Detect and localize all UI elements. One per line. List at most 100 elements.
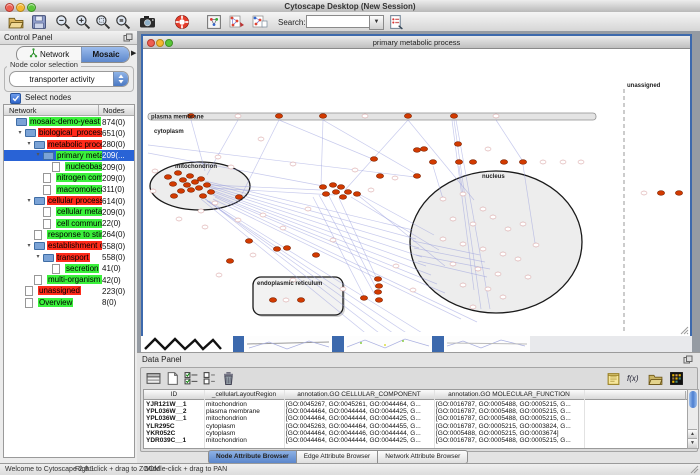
network-node[interactable] bbox=[216, 273, 222, 277]
node-color-dropdown[interactable]: transporter activity bbox=[9, 71, 129, 87]
network-node[interactable] bbox=[202, 225, 208, 229]
network-node[interactable] bbox=[480, 207, 486, 211]
tab-mosaic[interactable]: Mosaic bbox=[81, 47, 130, 62]
network-node[interactable] bbox=[460, 192, 466, 196]
float-panel-icon[interactable] bbox=[123, 33, 133, 42]
destroy-view-icon[interactable] bbox=[229, 14, 245, 30]
tree-row[interactable]: Overview8(0) bbox=[4, 297, 134, 308]
app-resize-grip[interactable] bbox=[690, 465, 699, 474]
column-header[interactable]: annotation.GO CELLULAR_COMPONENT bbox=[284, 391, 435, 400]
column-header[interactable]: ID bbox=[144, 391, 205, 400]
expand-triangle-icon[interactable]: ▾ bbox=[34, 253, 42, 260]
network-node[interactable] bbox=[429, 160, 436, 165]
network-node[interactable] bbox=[226, 259, 233, 264]
network-node[interactable] bbox=[470, 222, 476, 226]
expand-triangle-icon[interactable]: ▾ bbox=[25, 242, 33, 249]
network-node[interactable] bbox=[152, 169, 158, 173]
search-input[interactable] bbox=[306, 15, 370, 28]
network-node[interactable] bbox=[183, 183, 190, 188]
network-node[interactable] bbox=[198, 209, 204, 213]
network-node[interactable] bbox=[312, 253, 319, 258]
tree-row[interactable]: ▾primary metabol209(... bbox=[4, 150, 134, 161]
network-node[interactable] bbox=[469, 160, 476, 165]
network-node[interactable] bbox=[199, 194, 206, 199]
network-node[interactable] bbox=[319, 185, 326, 190]
network-canvas[interactable]: plasma membranecytoplasmmitochondrionnuc… bbox=[143, 49, 686, 332]
network-node[interactable] bbox=[393, 264, 399, 268]
scroll-down-button[interactable]: ▼ bbox=[688, 438, 697, 448]
network-node[interactable] bbox=[322, 192, 329, 197]
network-node[interactable] bbox=[641, 191, 647, 195]
network-node[interactable] bbox=[186, 174, 193, 179]
network-node[interactable] bbox=[413, 148, 420, 153]
window-resize-grip[interactable] bbox=[680, 326, 689, 335]
network-node[interactable] bbox=[269, 298, 276, 303]
dropdown-stepper-icon[interactable] bbox=[113, 72, 128, 86]
network-node[interactable] bbox=[375, 284, 382, 289]
network-node[interactable] bbox=[150, 189, 156, 193]
network-node[interactable] bbox=[392, 176, 398, 180]
attribute-select-icon[interactable] bbox=[146, 371, 161, 386]
network-node[interactable] bbox=[440, 197, 446, 201]
network-node[interactable] bbox=[519, 160, 526, 165]
save-session-icon[interactable] bbox=[31, 14, 47, 30]
tree-row[interactable]: cellular metabo209(0) bbox=[4, 206, 134, 217]
table-row[interactable]: YPL036W__1mitochondrion[GO:0044464, GO:0… bbox=[144, 415, 687, 422]
network-node[interactable] bbox=[203, 183, 210, 188]
scrollbar-thumb[interactable] bbox=[689, 391, 697, 408]
table-scrollbar[interactable]: ▲ ▼ bbox=[687, 389, 699, 449]
network-node[interactable] bbox=[440, 237, 446, 241]
network-node[interactable] bbox=[330, 238, 336, 242]
notes-icon[interactable] bbox=[606, 371, 621, 386]
network-node[interactable] bbox=[280, 226, 286, 230]
zoom-in-icon[interactable] bbox=[75, 14, 91, 30]
network-node[interactable] bbox=[525, 275, 531, 279]
tab-network-attribute-browser[interactable]: Network Attribute Browser bbox=[378, 450, 468, 464]
network-node[interactable] bbox=[413, 174, 420, 179]
network-node[interactable] bbox=[480, 247, 486, 251]
network-node[interactable] bbox=[500, 295, 506, 299]
network-node[interactable] bbox=[460, 242, 466, 246]
new-attribute-icon[interactable] bbox=[165, 371, 180, 386]
network-node[interactable] bbox=[250, 253, 256, 257]
tree-row[interactable]: multi-organism pro42(0) bbox=[4, 274, 134, 285]
network-node[interactable] bbox=[340, 287, 346, 291]
network-node[interactable] bbox=[258, 137, 264, 141]
help-icon[interactable] bbox=[174, 14, 190, 30]
float-data-panel-icon[interactable] bbox=[683, 355, 693, 364]
delete-attribute-icon[interactable] bbox=[221, 371, 236, 386]
network-node[interactable] bbox=[235, 195, 242, 200]
network-node[interactable] bbox=[228, 165, 234, 169]
network-node[interactable] bbox=[170, 194, 177, 199]
network-node[interactable] bbox=[305, 207, 311, 211]
network-node[interactable] bbox=[332, 190, 339, 195]
tree-row[interactable]: ▾metabolic process280(0) bbox=[4, 139, 134, 150]
tree-row[interactable]: unassigned223(0) bbox=[4, 285, 134, 296]
network-node[interactable] bbox=[675, 191, 682, 196]
network-node[interactable] bbox=[353, 192, 360, 197]
unselect-attributes-icon[interactable] bbox=[202, 371, 217, 386]
network-node[interactable] bbox=[275, 114, 282, 119]
matrix-view-icon[interactable] bbox=[669, 371, 684, 386]
network-node[interactable] bbox=[370, 157, 377, 162]
tree-row[interactable]: ▾cellular process614(0) bbox=[4, 195, 134, 206]
network-node[interactable] bbox=[215, 155, 221, 159]
snapshot-camera-icon[interactable] bbox=[139, 14, 156, 30]
column-header[interactable]: annotation.GO MOLECULAR_FUNCTION bbox=[434, 391, 585, 400]
network-node[interactable] bbox=[164, 175, 171, 180]
tree-row[interactable]: ▾transport558(0) bbox=[4, 252, 134, 263]
network-node[interactable] bbox=[485, 287, 491, 291]
create-view-icon[interactable] bbox=[252, 14, 268, 30]
network-node[interactable] bbox=[177, 189, 184, 194]
network-node[interactable] bbox=[450, 262, 456, 266]
table-row[interactable]: YPL036W__2plasma membrane[GO:0044464, GO… bbox=[144, 407, 687, 414]
network-node[interactable] bbox=[520, 222, 526, 226]
column-header[interactable]: _cellularLayoutRegion bbox=[204, 391, 285, 400]
tab-edge-attribute-browser[interactable]: Edge Attribute Browser bbox=[297, 450, 378, 464]
table-row[interactable]: YJR121W__1mitochondrion[GO:0045267, GO:0… bbox=[144, 400, 687, 407]
zoom-out-icon[interactable] bbox=[55, 14, 71, 30]
tree-row[interactable]: ▾establishment of lo558(0) bbox=[4, 240, 134, 251]
expand-triangle-icon[interactable]: ▾ bbox=[34, 151, 42, 158]
network-node[interactable] bbox=[179, 178, 186, 183]
network-node[interactable] bbox=[376, 174, 383, 179]
